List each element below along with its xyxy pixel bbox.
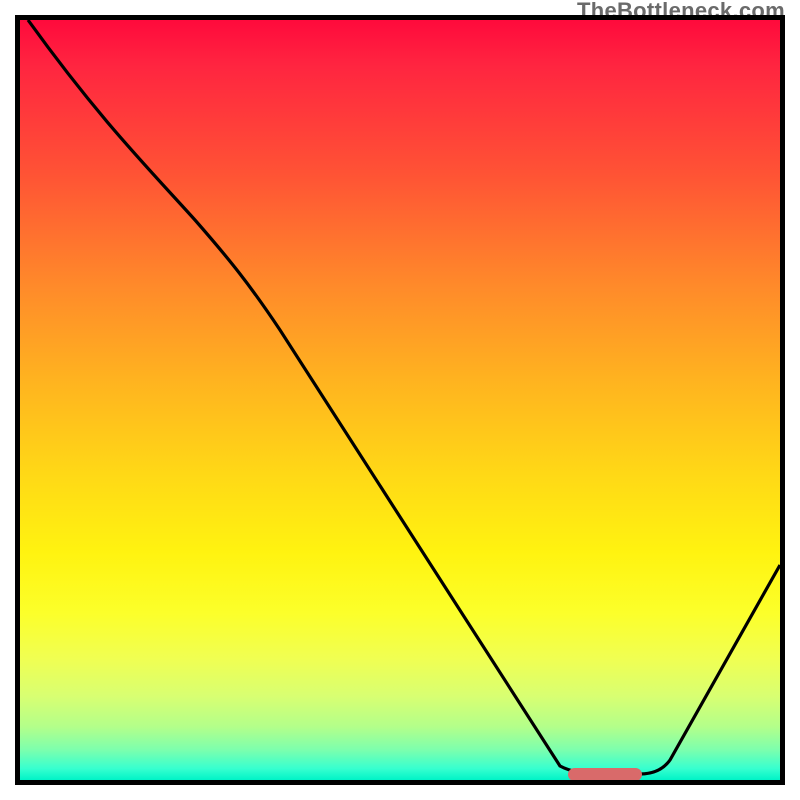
bottleneck-curve-path (28, 20, 780, 774)
curve-layer (20, 20, 780, 780)
optimum-marker (568, 768, 642, 780)
bottleneck-chart: TheBottleneck.com (0, 0, 800, 800)
plot-area (15, 15, 785, 785)
